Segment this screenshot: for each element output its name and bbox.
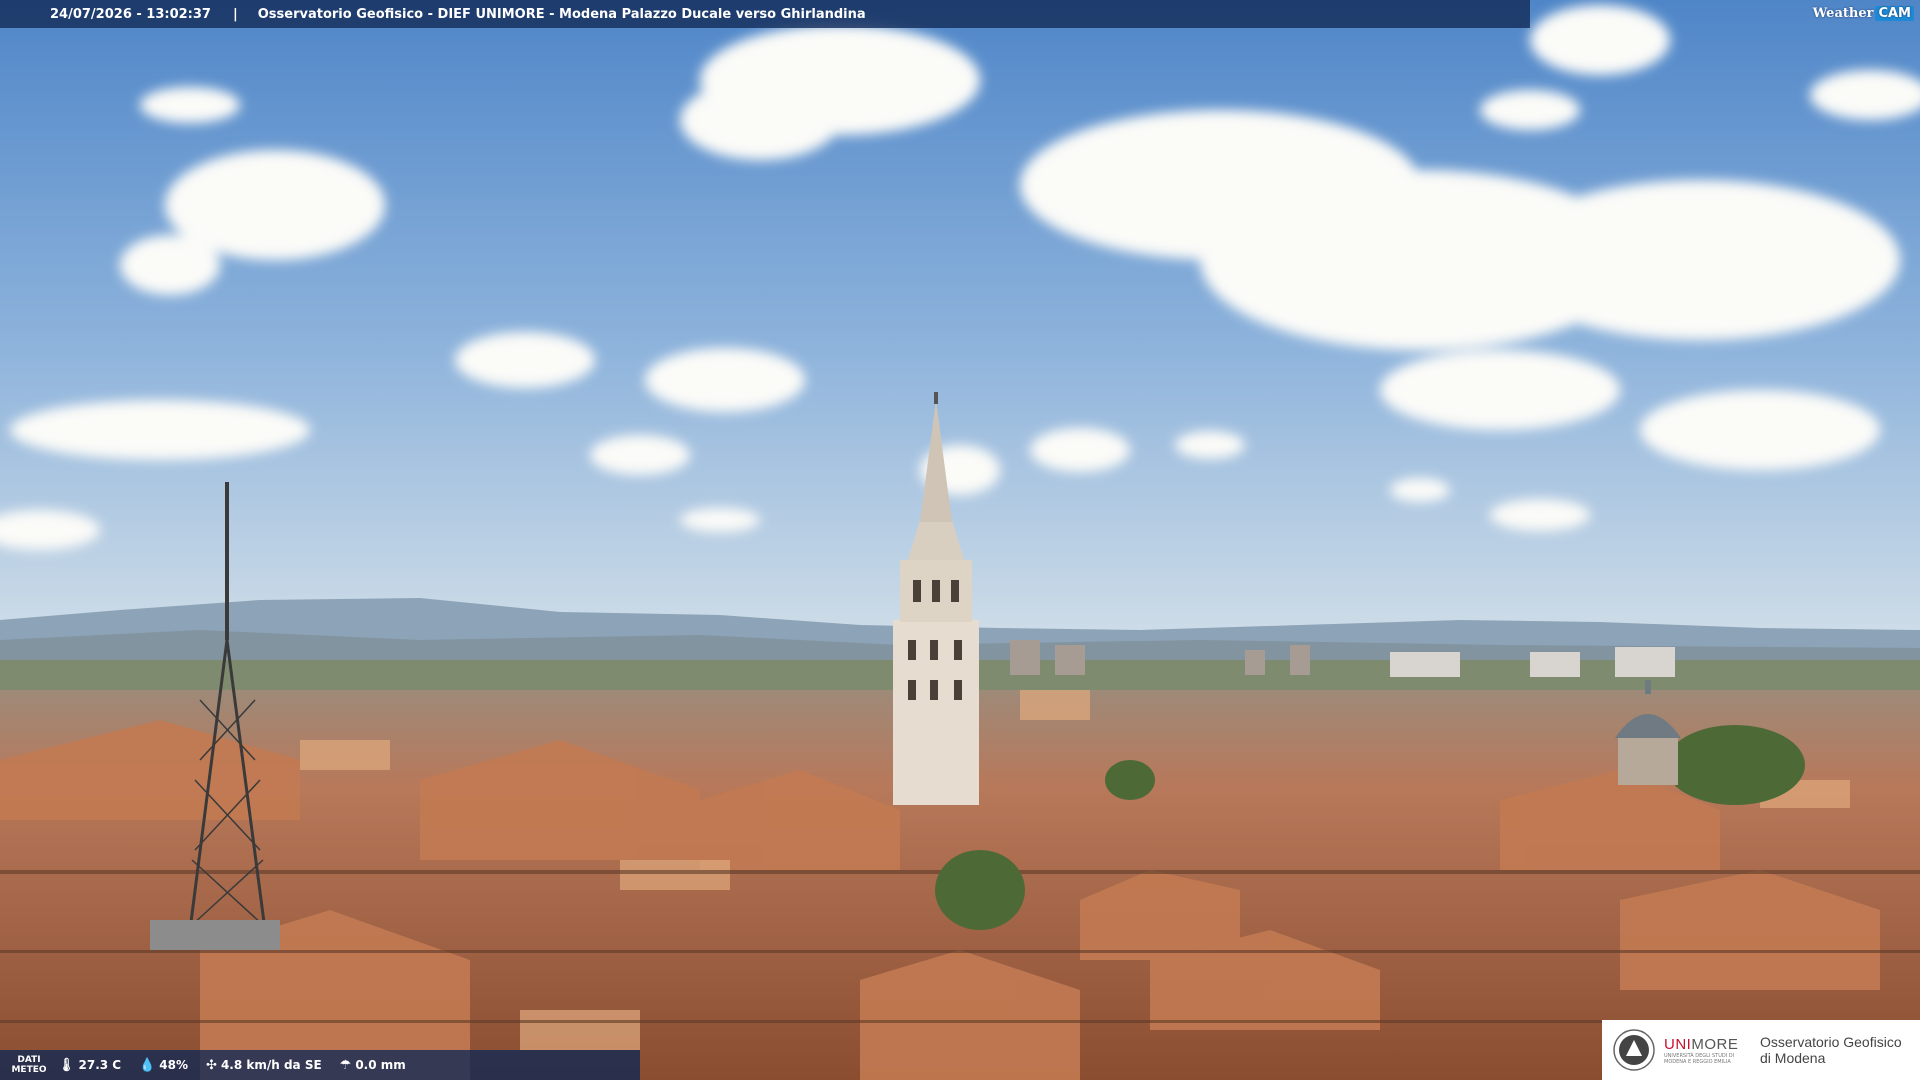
wind-icon: ✣ xyxy=(206,1057,217,1073)
rain-gauge-icon: ☂ xyxy=(339,1057,352,1073)
weathercam-logo: Weather CAM xyxy=(1774,0,1920,26)
thermometer-icon: 🌡 xyxy=(58,1057,75,1073)
humidity-reading: 💧 48% xyxy=(139,1058,188,1073)
timestamp: 24/07/2026 - 13:02:37 xyxy=(50,6,211,22)
humidity-drop-icon: 💧 xyxy=(139,1057,156,1073)
humidity-value: 48% xyxy=(159,1058,189,1072)
webcam-scene xyxy=(0,0,1920,1080)
university-name: UNIMORE xyxy=(1664,1035,1739,1053)
university-seal-icon xyxy=(1613,1029,1655,1071)
observatory-logo-box: UNIMORE UNIVERSITÀ DEGLI STUDI DI MODENA… xyxy=(1602,1020,1920,1080)
brand-cam: CAM xyxy=(1875,5,1914,21)
university-subtitle: UNIVERSITÀ DEGLI STUDI DI MODENA E REGGI… xyxy=(1664,1052,1735,1065)
temperature-value: 27.3 C xyxy=(78,1058,122,1072)
brand-weather: Weather xyxy=(1812,5,1874,21)
temperature-reading: 🌡 27.3 C xyxy=(58,1058,121,1073)
rain-reading: ☂ 0.0 mm xyxy=(340,1058,406,1073)
info-overlay-bar: 24/07/2026 - 13:02:37 | Osservatorio Geo… xyxy=(0,0,1530,28)
rain-value: 0.0 mm xyxy=(355,1058,406,1072)
wind-value: 4.8 km/h da SE xyxy=(220,1058,322,1072)
university-block: UNIMORE UNIVERSITÀ DEGLI STUDI DI MODENA… xyxy=(1664,1036,1750,1065)
weather-label: DATI METEO xyxy=(11,1055,47,1075)
wind-reading: ✣ 4.8 km/h da SE xyxy=(206,1058,322,1073)
overlay-separator: | xyxy=(232,6,238,22)
weather-data-bar: DATI METEO 🌡 27.3 C 💧 48% ✣ 4.8 km/h da … xyxy=(0,1050,640,1080)
observatory-name: Osservatorio Geofisico di Modena xyxy=(1760,1034,1902,1066)
camera-title: Osservatorio Geofisico - DIEF UNIMORE - … xyxy=(257,6,866,22)
